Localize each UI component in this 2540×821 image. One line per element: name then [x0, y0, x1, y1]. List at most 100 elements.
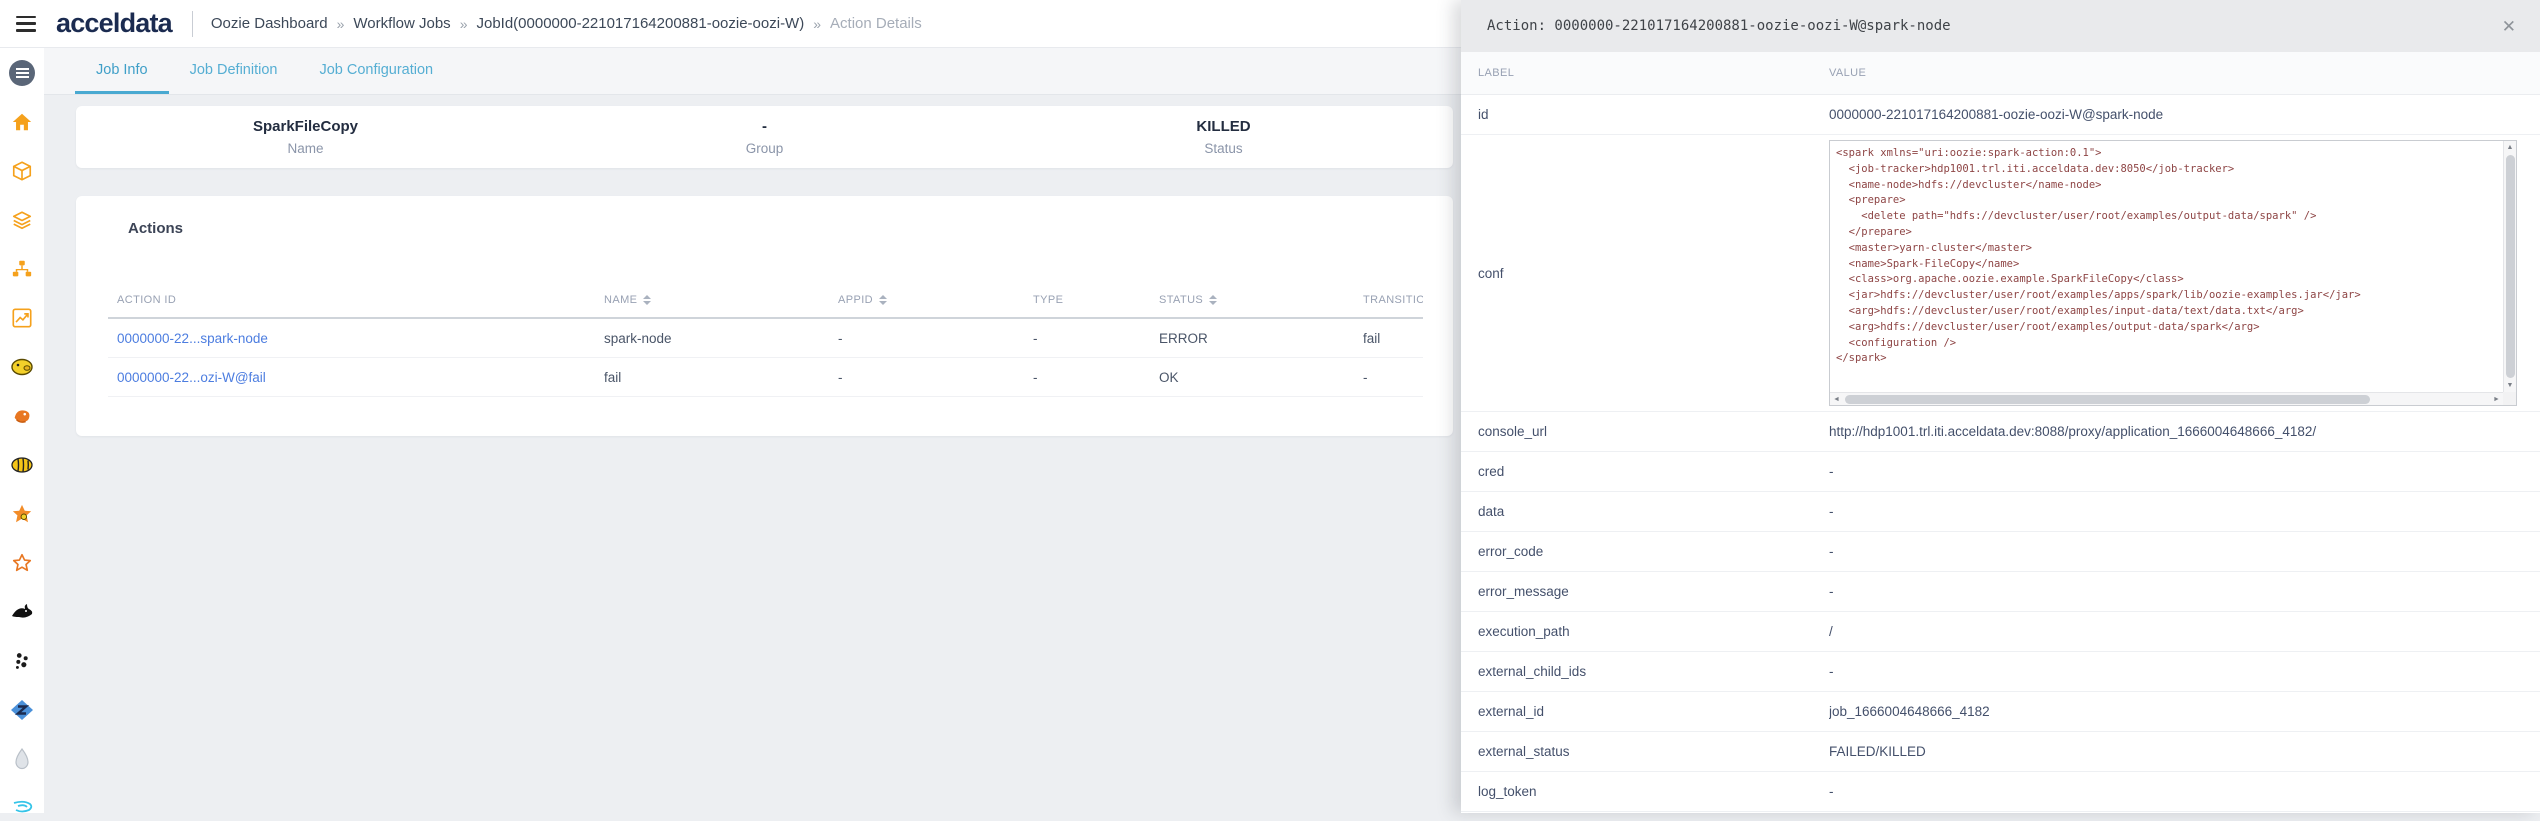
sort-icon[interactable]	[1209, 295, 1218, 305]
scroll-right-icon[interactable]: ►	[2490, 393, 2503, 406]
value-column-header: VALUE	[1829, 67, 1867, 79]
actions-title: Actions	[128, 220, 184, 237]
cell-transition: -	[1363, 369, 1368, 385]
orca-icon[interactable]	[9, 599, 35, 625]
tab-job-definition[interactable]: Job Definition	[169, 48, 299, 94]
detail-row-console-url: console_url http://hdp1001.trl.iti.accel…	[1461, 412, 2540, 452]
column-name[interactable]: NAME	[595, 294, 829, 306]
summary-group: - Group	[535, 118, 994, 156]
sort-icon[interactable]	[643, 295, 652, 305]
detail-row-cred: cred -	[1461, 452, 2540, 492]
detail-row-id: id 0000000-221017164200881-oozie-oozi-W@…	[1461, 95, 2540, 135]
breadcrumb-oozie-dashboard[interactable]: Oozie Dashboard	[211, 15, 328, 32]
cell-transition: fail	[1363, 330, 1381, 346]
scroll-up-icon[interactable]: ▲	[2504, 141, 2517, 154]
vertical-scrollbar[interactable]: ▲ ▼	[2503, 141, 2516, 392]
detail-table-header: LABEL VALUE	[1461, 52, 2540, 95]
cell-type: -	[1033, 330, 1038, 346]
scroll-left-icon[interactable]: ◄	[1830, 393, 1843, 406]
job-summary-card: SparkFileCopy Name - Group KILLED Status	[76, 106, 1453, 168]
detail-row-external-child-ids: external_child_ids -	[1461, 652, 2540, 692]
breadcrumb-separator-icon: »	[813, 15, 822, 32]
job-group-label: Group	[745, 141, 784, 156]
action-detail-panel: Action: 0000000-221017164200881-oozie-oo…	[1461, 0, 2540, 813]
stream-arcs-icon[interactable]	[9, 795, 35, 821]
breadcrumb: Oozie Dashboard » Workflow Jobs » JobId(…	[211, 15, 922, 32]
job-tabs: Job Info Job Definition Job Configuratio…	[44, 48, 1461, 95]
breadcrumb-workflow-jobs[interactable]: Workflow Jobs	[353, 15, 450, 32]
main-area: Job Info Job Definition Job Configuratio…	[44, 48, 1461, 813]
pig-icon[interactable]	[9, 354, 35, 380]
star-outline-icon[interactable]	[9, 550, 35, 576]
cell-appid: -	[838, 330, 843, 346]
conf-xml-content: <spark xmlns="uri:oozie:spark-action:0.1…	[1836, 147, 2361, 365]
table-row: 0000000-22...spark-node spark-node - - E…	[108, 319, 1423, 358]
cell-status: OK	[1159, 369, 1179, 385]
package-icon[interactable]	[9, 158, 35, 184]
actions-card: Actions ACTION ID NAME APPID TYPE STATUS…	[76, 196, 1453, 436]
action-id-link[interactable]: 0000000-22...ozi-W@fail	[117, 370, 266, 385]
column-status[interactable]: STATUS	[1150, 294, 1354, 306]
cell-status: ERROR	[1159, 330, 1208, 346]
actions-table: ACTION ID NAME APPID TYPE STATUS TRANSIT…	[108, 283, 1423, 397]
horizontal-scrollbar[interactable]: ◄ ►	[1830, 392, 2503, 405]
cell-name: spark-node	[604, 330, 672, 346]
detail-row-log-token: log_token -	[1461, 772, 2540, 812]
job-name-label: Name	[287, 141, 324, 156]
zeppelin-icon[interactable]	[9, 697, 35, 723]
column-appid[interactable]: APPID	[829, 294, 1024, 306]
chameleon-icon[interactable]	[9, 403, 35, 429]
table-row: 0000000-22...ozi-W@fail fail - - OK -	[108, 358, 1423, 397]
breadcrumb-job-id[interactable]: JobId(0000000-221017164200881-oozie-oozi…	[476, 15, 804, 32]
actions-table-header: ACTION ID NAME APPID TYPE STATUS TRANSIT…	[108, 283, 1423, 319]
detail-row-error-message: error_message -	[1461, 572, 2540, 612]
summary-status: KILLED Status	[994, 118, 1453, 156]
breadcrumb-action-details: Action Details	[830, 15, 922, 32]
breadcrumb-separator-icon: »	[336, 15, 345, 32]
detail-row-data: data -	[1461, 492, 2540, 532]
hamburger-menu-icon[interactable]	[16, 15, 36, 32]
droplet-icon[interactable]	[9, 746, 35, 772]
horizontal-scroll-thumb[interactable]	[1845, 394, 2370, 404]
job-group-value: -	[762, 118, 767, 135]
action-id-link[interactable]: 0000000-22...spark-node	[117, 331, 268, 346]
oozie-dashboard-icon[interactable]	[9, 60, 35, 86]
detail-row-external-id: external_id job_1666004648666_4182	[1461, 692, 2540, 732]
detail-row-error-code: error_code -	[1461, 532, 2540, 572]
breadcrumb-separator-icon: »	[459, 15, 468, 32]
detail-row-external-status: external_status FAILED/KILLED	[1461, 732, 2540, 772]
topology-icon[interactable]	[9, 256, 35, 282]
cell-appid: -	[838, 369, 843, 385]
label-column-header: LABEL	[1478, 67, 1515, 79]
column-transition[interactable]: TRANSITION	[1354, 294, 1423, 306]
scroll-down-icon[interactable]: ▼	[2504, 379, 2517, 392]
layers-icon[interactable]	[9, 207, 35, 233]
detail-panel-header: Action: 0000000-221017164200881-oozie-oo…	[1461, 0, 2540, 52]
detail-panel-title: Action: 0000000-221017164200881-oozie-oo…	[1487, 18, 1951, 34]
service-sidebar	[0, 48, 44, 813]
acceldata-logo: acceldata	[56, 8, 173, 38]
logo-divider	[191, 10, 193, 37]
cell-name: fail	[604, 369, 622, 385]
tab-job-info[interactable]: Job Info	[75, 48, 169, 94]
column-type: TYPE	[1033, 294, 1064, 306]
hive-icon[interactable]	[9, 452, 35, 478]
detail-row-conf: conf <spark xmlns="uri:oozie:spark-actio…	[1461, 135, 2540, 412]
summary-name: SparkFileCopy Name	[76, 118, 535, 156]
metrics-chart-icon[interactable]	[9, 305, 35, 331]
star-service-icon[interactable]	[9, 501, 35, 527]
tab-job-configuration[interactable]: Job Configuration	[298, 48, 454, 94]
scrollbar-corner	[2503, 392, 2516, 405]
close-icon[interactable]: ✕	[2498, 14, 2520, 39]
conf-xml-box: <spark xmlns="uri:oozie:spark-action:0.1…	[1829, 140, 2517, 406]
column-action-id: ACTION ID	[117, 294, 177, 306]
cell-type: -	[1033, 369, 1038, 385]
druid-dots-icon[interactable]	[9, 648, 35, 674]
vertical-scroll-thumb[interactable]	[2505, 155, 2515, 378]
job-name-value: SparkFileCopy	[252, 118, 359, 135]
sort-icon[interactable]	[879, 295, 888, 305]
home-icon[interactable]	[9, 109, 35, 135]
job-status-label: Status	[1204, 141, 1243, 156]
detail-row-execution-path: execution_path /	[1461, 612, 2540, 652]
job-status-value: KILLED	[1196, 118, 1251, 135]
